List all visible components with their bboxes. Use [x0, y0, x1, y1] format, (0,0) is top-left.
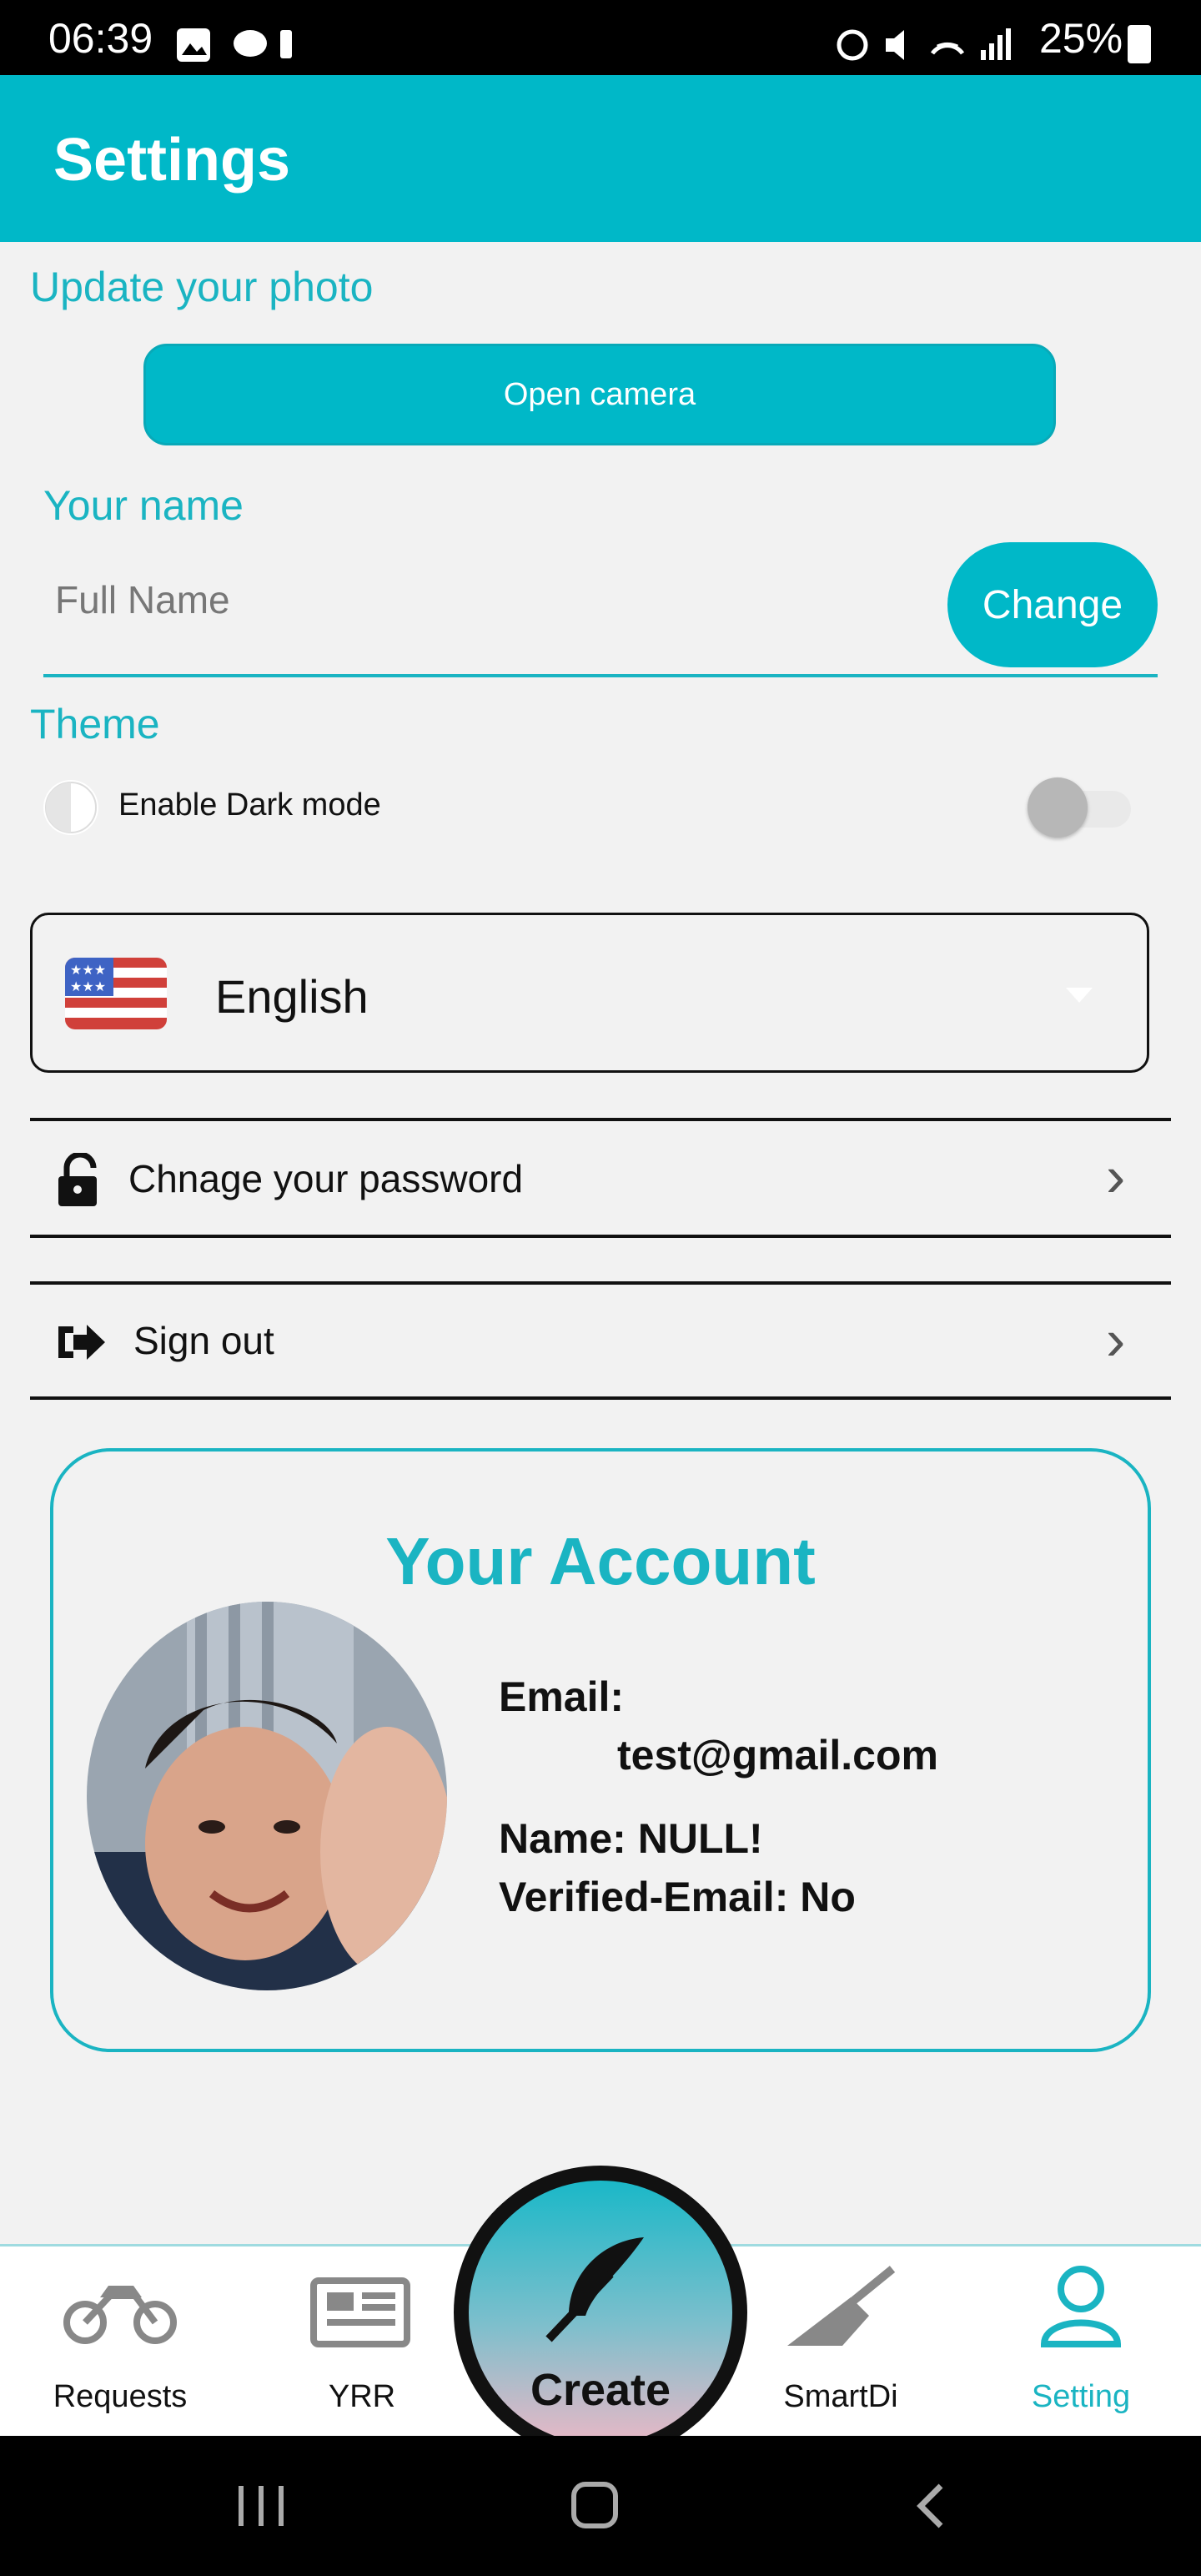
update-photo-label: Update your photo: [30, 264, 374, 310]
dark-mode-label: Enable Dark mode: [118, 787, 381, 823]
avatar: [87, 1602, 447, 1990]
system-status-icons: [837, 28, 1011, 61]
user-icon: [1040, 2266, 1122, 2347]
recent-apps-icon[interactable]: [234, 2483, 292, 2529]
verified-email-value: Verified-Email: No: [499, 1874, 856, 1920]
svg-text:★★★: ★★★: [70, 962, 106, 978]
back-icon[interactable]: [912, 2481, 954, 2531]
your-name-label: Your name: [43, 482, 244, 529]
feather-icon: [545, 2237, 644, 2342]
open-camera-label: Open camera: [503, 376, 696, 412]
svg-text:★★★: ★★★: [70, 979, 106, 994]
chevron-right-icon: ›: [1106, 1307, 1126, 1372]
full-name-input[interactable]: Full Name: [55, 577, 230, 622]
change-name-button[interactable]: Change: [947, 542, 1158, 667]
battery-percent: 25%: [1039, 15, 1123, 62]
battery-icon: [1128, 25, 1151, 63]
status-bar: 06:39 25%: [0, 0, 1201, 75]
create-label: Create: [530, 2365, 671, 2415]
unlock-icon: [58, 1153, 97, 1206]
chevron-right-icon: ›: [1106, 1144, 1126, 1209]
change-name-label: Change: [982, 582, 1123, 627]
language-select[interactable]: [30, 913, 1149, 1073]
broom-icon: [787, 2266, 896, 2346]
page-title: Settings: [53, 127, 291, 194]
sign-out-label: Sign out: [133, 1319, 274, 1362]
language-selected: English: [215, 970, 369, 1023]
home-icon[interactable]: [570, 2481, 621, 2531]
name-underline: [43, 674, 1158, 677]
email-label: Email:: [499, 1673, 625, 1720]
motorcycle-icon: [63, 2286, 177, 2344]
divider: [30, 1396, 1171, 1400]
nav-requests-label: Requests: [53, 2379, 188, 2414]
half-circle-icon: [43, 780, 98, 835]
email-value: test@gmail.com: [617, 1732, 938, 1779]
us-flag-icon: ★★★ ★★★: [65, 958, 167, 1029]
divider: [30, 1235, 1171, 1238]
chevron-down-icon: [1066, 988, 1093, 1003]
notification-icons: [177, 28, 292, 62]
nav-yrr-label: YRR: [328, 2379, 396, 2414]
name-value: Name: NULL!: [499, 1815, 763, 1862]
sign-out-icon: [58, 1325, 105, 1360]
account-title: Your Account: [385, 1524, 816, 1598]
status-time: 06:39: [48, 15, 153, 62]
nav-smartdi-label: SmartDi: [783, 2379, 898, 2414]
open-camera-button[interactable]: Open camera: [143, 344, 1056, 445]
dark-mode-toggle-knob[interactable]: [1028, 777, 1088, 838]
newspaper-icon: [310, 2277, 410, 2347]
nav-setting-label: Setting: [1031, 2379, 1131, 2414]
change-password-label: Chnage your password: [128, 1157, 524, 1200]
theme-label: Theme: [30, 701, 160, 747]
